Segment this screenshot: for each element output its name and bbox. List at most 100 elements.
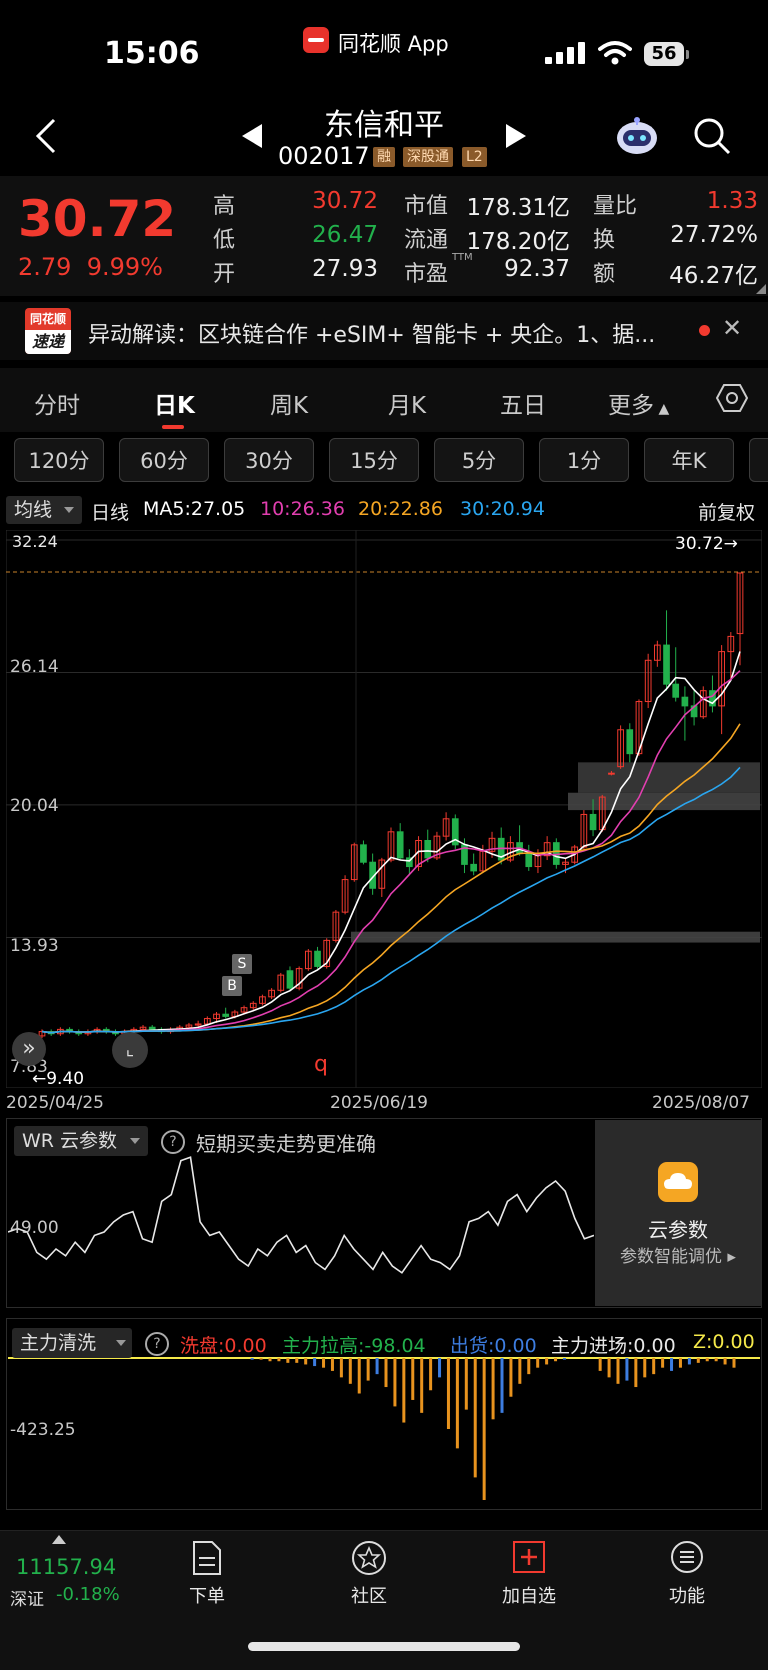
- btn-1min[interactable]: 1分: [539, 438, 629, 482]
- zl-bar: [268, 1358, 272, 1362]
- zl-bar: [339, 1358, 343, 1378]
- prev-stock-icon[interactable]: [242, 124, 262, 148]
- kline-chart[interactable]: [6, 530, 762, 1088]
- zl-bar: [643, 1358, 647, 1378]
- quote-value: 26.47: [312, 222, 378, 248]
- zl-bar: [598, 1358, 602, 1371]
- nav-functions[interactable]: 功能: [637, 1582, 737, 1608]
- quote-label: 流通: [404, 228, 449, 253]
- zl-chuhuo: 出货:0.00: [450, 1335, 537, 1357]
- candle-body: [286, 970, 294, 989]
- help-icon[interactable]: ?: [145, 1332, 169, 1356]
- y-label-2: 26.14: [10, 657, 59, 677]
- add-watchlist-icon[interactable]: [512, 1540, 546, 1574]
- btn-30min[interactable]: 30分: [224, 438, 314, 482]
- zl-bar: [652, 1358, 656, 1375]
- btn-more-periods[interactable]: [749, 438, 768, 482]
- zl-bar: [687, 1358, 691, 1365]
- wr-line: [8, 1156, 594, 1274]
- zl-select[interactable]: 主力清洗: [12, 1328, 132, 1358]
- candle-body: [663, 644, 670, 685]
- tab-more-label: 更多: [608, 393, 654, 419]
- next-stock-icon[interactable]: [506, 124, 526, 148]
- order-icon[interactable]: [190, 1540, 224, 1576]
- last-price-marker: 30.72→: [675, 534, 738, 554]
- zl-bar: [322, 1358, 326, 1368]
- support-band: [351, 931, 760, 943]
- nav-add-watchlist[interactable]: 加自选: [479, 1582, 579, 1608]
- quote-value: 46.27亿: [669, 263, 758, 289]
- quote-label: 市盈: [404, 262, 449, 287]
- btn-60min[interactable]: 60分: [119, 438, 209, 482]
- btn-120min[interactable]: 120分: [14, 438, 104, 482]
- help-icon[interactable]: ?: [161, 1130, 185, 1154]
- tab-intraday[interactable]: 分时: [34, 386, 80, 420]
- tab-monthly-k[interactable]: 月K: [388, 386, 426, 420]
- zl-bar: [420, 1358, 424, 1413]
- nav-community[interactable]: 社区: [319, 1582, 419, 1608]
- zl-z: Z:0.00: [693, 1331, 755, 1353]
- battery-icon: 56: [644, 42, 684, 66]
- candle-body: [589, 813, 597, 831]
- adjust-mode[interactable]: 前复权: [698, 498, 755, 525]
- menu-icon[interactable]: [669, 1539, 705, 1575]
- close-icon[interactable]: ✕: [722, 314, 742, 342]
- zl-bar: [527, 1358, 531, 1375]
- zl-bar: [393, 1358, 397, 1407]
- zl-bar: [455, 1358, 459, 1449]
- candle-body: [314, 950, 321, 967]
- wr-select[interactable]: WR 云参数: [14, 1126, 148, 1156]
- btn-5min[interactable]: 5分: [434, 438, 524, 482]
- index-name: 深证: [10, 1590, 44, 1610]
- fullscreen-icon[interactable]: ⌞: [112, 1032, 148, 1068]
- zl-bar: [348, 1358, 352, 1384]
- news-logo: 同花顺 速递: [25, 308, 71, 354]
- y-label-4: 13.93: [10, 936, 59, 956]
- cloud-subtitle[interactable]: 参数智能调优 ▸: [595, 1242, 761, 1267]
- btn-year-k[interactable]: 年K: [644, 438, 734, 482]
- candle-body: [222, 1013, 230, 1017]
- zl-bar: [625, 1358, 629, 1381]
- signal-icon: [545, 42, 585, 64]
- cloud-param-panel[interactable]: [595, 1120, 761, 1306]
- tag-margin: 融: [373, 147, 395, 167]
- index-expand-icon[interactable]: [52, 1535, 66, 1544]
- expand-corner-icon[interactable]: [756, 284, 766, 294]
- zl-bar: [732, 1358, 736, 1368]
- news-text[interactable]: 异动解读：区块链合作 +eSIM+ 智能卡 + 央企。1、据...: [88, 317, 655, 349]
- zl-bar: [473, 1358, 477, 1478]
- wr-y-label: 49.00: [10, 1218, 59, 1238]
- ma20-value: 20:22.86: [358, 498, 443, 520]
- status-time: 15:06: [104, 36, 200, 71]
- tab-daily-k[interactable]: 日K: [154, 386, 195, 420]
- community-icon[interactable]: [350, 1539, 388, 1577]
- battery-cap: [686, 50, 689, 59]
- q-marker: q: [314, 1052, 328, 1077]
- nav-order[interactable]: 下单: [157, 1582, 257, 1608]
- btn-15min[interactable]: 15分: [329, 438, 419, 482]
- news-logo-bottom: 速递: [25, 330, 71, 354]
- hexagon-settings-icon[interactable]: [716, 382, 748, 414]
- index-change: -0.18%: [56, 1584, 120, 1605]
- zl-bar: [375, 1358, 379, 1375]
- tab-five-day[interactable]: 五日: [500, 386, 546, 420]
- zl-bar: [277, 1358, 281, 1362]
- ma10-value: 10:26.36: [260, 498, 345, 520]
- search-icon[interactable]: [692, 116, 732, 156]
- candle-body: [552, 842, 560, 865]
- tab-more[interactable]: 更多 ▲: [608, 386, 669, 420]
- index-value[interactable]: 11157.94: [16, 1555, 116, 1579]
- zl-bar: [607, 1358, 611, 1378]
- ma30-value: 30:20.94: [460, 498, 545, 520]
- zl-bar: [446, 1358, 450, 1429]
- tab-weekly-k[interactable]: 周K: [270, 386, 308, 420]
- dropdown-arrow-icon: [64, 507, 74, 513]
- expand-left-icon[interactable]: »: [12, 1032, 46, 1066]
- support-band: [568, 792, 760, 811]
- robot-assistant-icon[interactable]: [614, 116, 660, 156]
- ma-select[interactable]: 均线: [6, 496, 82, 524]
- zl-y-label: -423.25: [10, 1420, 76, 1440]
- zl-bar: [304, 1358, 308, 1365]
- date-start: 2025/04/25: [6, 1093, 104, 1113]
- ma-period-label: 日线: [91, 502, 130, 524]
